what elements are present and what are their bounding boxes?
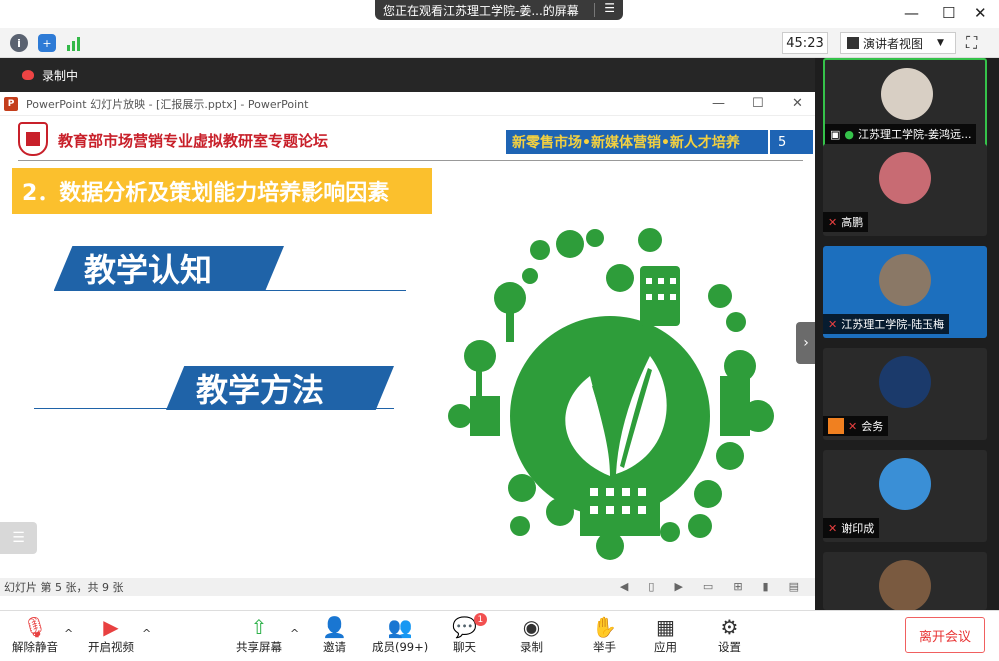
screen-share-icon: ▣ [830, 127, 841, 141]
maximize-button[interactable]: ☐ [942, 4, 955, 22]
tag-teaching-method: 教学方法 [166, 366, 394, 410]
slide-banner: 新零售市场•新媒体营销•新人才培养 [506, 130, 768, 154]
info-icon[interactable]: i [10, 34, 28, 52]
sorter-view-icon[interactable]: ⊞ [733, 580, 742, 593]
slide-number: 5 [768, 130, 813, 154]
gear-icon: ⚙ [720, 615, 739, 639]
mic-muted-icon: ✕ [848, 419, 858, 433]
view-mode-label: 演讲者视图 [863, 36, 924, 51]
cloud-record-icon [22, 70, 34, 80]
slide-menu-icon[interactable]: ☰ [0, 522, 37, 554]
menu-icon[interactable]: ☰ [604, 1, 615, 15]
avatar [879, 560, 931, 610]
avatar [879, 458, 931, 510]
ppt-window-title: PowerPoint 幻灯片放映 - [汇报展示.pptx] - PowerPo… [26, 97, 309, 111]
apps-button[interactable]: ▦ 应用 [654, 615, 677, 655]
mic-muted-icon: 🎙 [22, 615, 48, 639]
leave-meeting-button[interactable]: 离开会议 [905, 617, 985, 653]
slide-canvas: 教育部市场营销专业虚拟教研室专题论坛 新零售市场•新媒体营销•新人才培养 5 2… [0, 116, 815, 578]
close-button[interactable]: ✕ [974, 4, 987, 22]
shared-screen: 录制中 P PowerPoint 幻灯片放映 - [汇报展示.pptx] - P… [0, 58, 816, 610]
avatar [879, 356, 931, 408]
green-planet-illustration [440, 226, 780, 566]
viewing-banner[interactable]: 您正在观看江苏理工学院-姜...的屏幕 ☰ [375, 0, 623, 20]
slide-header-title: 教育部市场营销专业虚拟教研室专题论坛 [58, 132, 329, 150]
speaker-view-icon [847, 37, 859, 49]
mic-muted-icon: ✕ [828, 317, 838, 331]
avatar [881, 68, 933, 120]
user-icon [828, 418, 844, 434]
section-title: 2．数据分析及策划能力培养影响因素 [12, 168, 432, 214]
view-mode-select[interactable]: 演讲者视图 ▼ [840, 32, 956, 54]
ppt-maximize-button[interactable]: ☐ [752, 96, 764, 111]
chat-unread-badge: 1 [473, 613, 487, 626]
record-icon: ◉ [522, 615, 541, 639]
recording-label: 录制中 [42, 68, 79, 83]
raise-hand-button[interactable]: ✋ 举手 [592, 615, 617, 655]
participant-name: 谢印成 [841, 522, 875, 535]
slide-counter: 幻灯片 第 5 张，共 9 张 [4, 581, 124, 594]
members-button[interactable]: 👥 成员(99+) [372, 615, 428, 655]
participant-panel: ▣ ● 江苏理工学院-姜鸿远... ✕ 高鹏 ✕ 江苏理工学院-陆玉梅 ✕ 会务… [815, 58, 999, 610]
participant-tile[interactable]: ✕ 高鹏 [823, 144, 987, 236]
participant-name: 江苏理工学院-姜鸿远... [858, 128, 972, 141]
viewing-banner-text: 您正在观看江苏理工学院-姜...的屏幕 [383, 3, 579, 18]
reading-view-icon[interactable]: ▮ [763, 580, 769, 593]
tag-teaching-cognition: 教学认知 [54, 246, 284, 290]
avatar [879, 254, 931, 306]
fullscreen-icon[interactable]: ⛶ [966, 33, 977, 53]
signal-icon[interactable] [66, 34, 84, 52]
share-options-chevron-icon[interactable]: ^ [290, 627, 299, 640]
ppt-statusbar: 幻灯片 第 5 张，共 9 张 ◀ ▯ ▶ ▭ ⊞ ▮ ▤ [0, 578, 815, 596]
avatar [879, 152, 931, 204]
add-user-icon: 👤 [322, 615, 347, 639]
mic-muted-icon: ✕ [828, 521, 838, 535]
meeting-toolbar: i + 45:23 演讲者视图 ▼ ⛶ [0, 28, 999, 58]
mic-muted-icon: ✕ [828, 215, 838, 229]
meeting-controls: 🎙 解除静音 ^ ▶ 开启视频 ^ ⇧ 共享屏幕 ^ 👤 邀请 👥 成员(99+… [0, 610, 999, 661]
normal-view-icon[interactable]: ▭ [703, 580, 713, 593]
mic-on-icon: ● [844, 127, 855, 141]
powerpoint-icon: P [4, 97, 18, 111]
participant-name: 江苏理工学院-陆玉梅 [841, 318, 945, 331]
unmute-button[interactable]: 🎙 解除静音 [12, 615, 58, 655]
slideshow-view-icon[interactable]: ▤ [789, 580, 799, 593]
participant-tile[interactable] [823, 552, 987, 610]
settings-button[interactable]: ⚙ 设置 [718, 615, 741, 655]
chevron-down-icon: ▼ [937, 38, 944, 48]
record-button[interactable]: ◉ 录制 [520, 615, 543, 655]
share-screen-icon: ⇧ [250, 615, 268, 639]
shield-icon[interactable]: + [38, 34, 56, 52]
meeting-timer: 45:23 [782, 32, 828, 54]
chat-button[interactable]: 💬 1 聊天 [452, 613, 487, 655]
members-icon: 👥 [387, 615, 413, 639]
participant-name: 会务 [861, 420, 884, 433]
audio-options-chevron-icon[interactable]: ^ [64, 627, 73, 640]
participant-tile[interactable]: ✕ 江苏理工学院-陆玉梅 [823, 246, 987, 338]
notes-icon[interactable]: ▯ [648, 580, 654, 593]
video-off-icon: ▶ [103, 615, 119, 639]
share-screen-button[interactable]: ⇧ 共享屏幕 [236, 615, 282, 655]
window-titlebar: 您正在观看江苏理工学院-姜...的屏幕 ☰ — ☐ ✕ [0, 0, 999, 28]
participant-name: 高鹏 [841, 216, 864, 229]
video-options-chevron-icon[interactable]: ^ [142, 627, 151, 640]
prev-slide-icon[interactable]: ◀ [620, 580, 628, 593]
university-emblem [18, 122, 48, 156]
start-video-button[interactable]: ▶ 开启视频 [88, 615, 134, 655]
ppt-minimize-button[interactable]: — [712, 96, 725, 111]
collapse-panel-icon[interactable]: › [796, 322, 816, 364]
participant-tile[interactable]: ✕ 会务 [823, 348, 987, 440]
chat-icon: 💬 1 [452, 613, 487, 639]
recording-indicator: 录制中 [0, 58, 815, 92]
participant-tile[interactable]: ▣ ● 江苏理工学院-姜鸿远... [823, 58, 987, 150]
invite-button[interactable]: 👤 邀请 [322, 615, 347, 655]
participant-tile[interactable]: ✕ 谢印成 [823, 450, 987, 542]
powerpoint-window: P PowerPoint 幻灯片放映 - [汇报展示.pptx] - Power… [0, 92, 815, 610]
minimize-button[interactable]: — [904, 4, 919, 22]
ppt-close-button[interactable]: ✕ [792, 96, 803, 111]
next-slide-icon[interactable]: ▶ [674, 580, 682, 593]
apps-icon: ▦ [656, 615, 675, 639]
ppt-titlebar: P PowerPoint 幻灯片放映 - [汇报展示.pptx] - Power… [0, 92, 815, 116]
hand-icon: ✋ [592, 615, 617, 639]
